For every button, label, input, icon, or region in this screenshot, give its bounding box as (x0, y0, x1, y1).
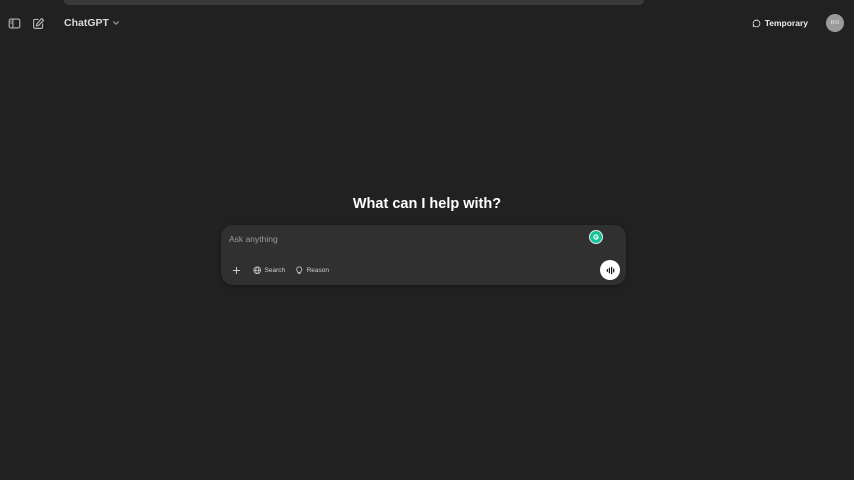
chatgpt-app: ChatGPT Temporary RO What can I help wit… (0, 0, 854, 480)
page-heading: What can I help with? (352, 196, 502, 212)
prompt-input[interactable] (229, 232, 569, 246)
browser-top-strip (64, 0, 644, 5)
lightbulb-icon (296, 266, 303, 274)
avatar[interactable]: RO (826, 14, 844, 32)
chevron-down-icon (112, 21, 119, 25)
attach-button[interactable] (229, 263, 243, 277)
reason-button[interactable]: Reason (295, 266, 329, 275)
model-name: ChatGPT (64, 17, 109, 29)
avatar-initials: RO (830, 20, 840, 26)
top-header: ChatGPT Temporary RO (0, 8, 854, 38)
grammarly-extension-button[interactable] (589, 230, 603, 244)
temporary-chat-icon (752, 19, 760, 27)
plus-icon (232, 266, 240, 274)
sidebar-toggle-button[interactable] (4, 13, 24, 33)
grammarly-icon (593, 234, 599, 240)
search-label: Search (264, 266, 286, 274)
search-button[interactable]: Search (253, 266, 285, 275)
reason-label: Reason (306, 266, 330, 274)
sidebar-toggle-icon (8, 17, 20, 29)
voice-mode-button[interactable] (600, 260, 620, 280)
new-chat-icon (32, 17, 44, 29)
globe-icon (253, 266, 262, 274)
voice-waveform-icon (606, 266, 614, 274)
new-chat-button[interactable] (28, 13, 48, 33)
header-left: ChatGPT (4, 13, 124, 33)
model-selector[interactable]: ChatGPT (60, 14, 124, 32)
temporary-chat-button[interactable]: Temporary (746, 14, 814, 32)
header-right: Temporary RO (746, 14, 844, 32)
temporary-label: Temporary (764, 18, 808, 28)
composer-toolbar: Search Reason (229, 262, 329, 278)
